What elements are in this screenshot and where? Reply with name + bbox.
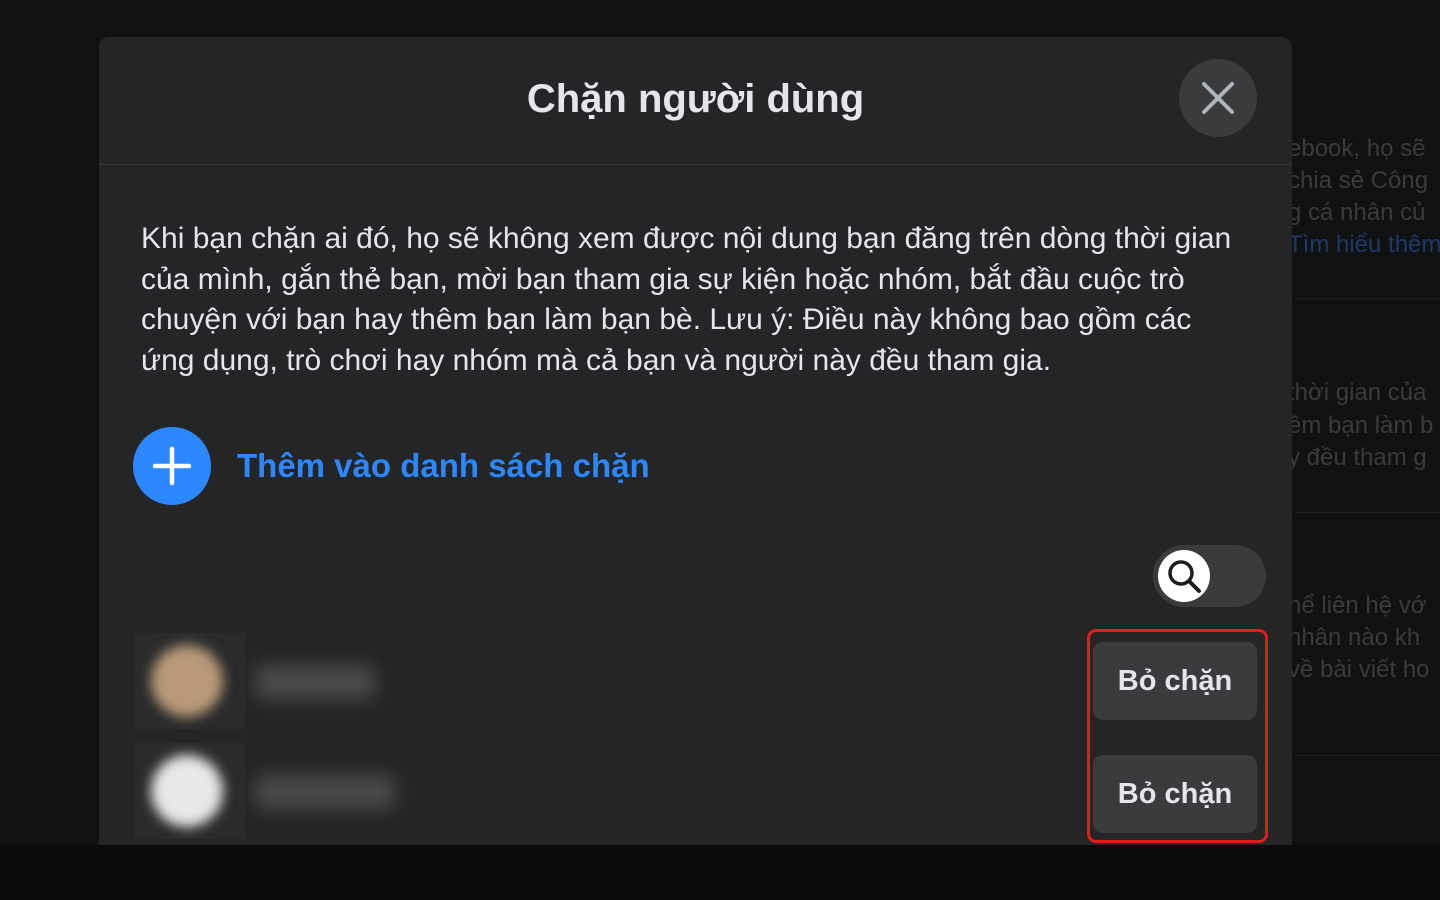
background-link: Tìm hiểu thêm — [1288, 231, 1440, 258]
avatar — [135, 743, 245, 839]
plus-icon — [152, 446, 192, 486]
background-bottom-bar — [0, 845, 1440, 900]
unblock-button[interactable]: Bỏ chặn — [1093, 755, 1257, 833]
background-divider — [1295, 755, 1440, 756]
close-icon — [1202, 82, 1234, 114]
close-button[interactable] — [1179, 59, 1257, 137]
background-text: hể liên hệ vớ — [1288, 592, 1427, 619]
search-icon — [1168, 560, 1201, 593]
background-text: về bài viết ho — [1288, 656, 1430, 683]
blocked-user-row: Bỏ chặn — [135, 743, 1257, 839]
background-text: g cá nhân củ — [1288, 199, 1426, 226]
dialog-title: Chặn người dùng — [526, 77, 865, 121]
add-circle — [133, 427, 211, 505]
dialog-header: Chặn người dùng — [99, 37, 1292, 165]
page: ebook, họ sẽ chia sẻ Công g cá nhân củ T… — [0, 0, 1440, 900]
search-knob — [1158, 550, 1210, 602]
avatar-image — [151, 645, 223, 717]
background-text: ebook, họ sẽ — [1288, 135, 1426, 162]
background-text: êm bạn làm b — [1288, 412, 1434, 439]
unblock-button[interactable]: Bỏ chặn — [1093, 642, 1257, 720]
search-toggle[interactable] — [1153, 545, 1266, 607]
avatar-image — [151, 755, 223, 827]
background-text: chia sẻ Công — [1288, 167, 1429, 194]
background-divider — [1295, 298, 1440, 299]
background-divider — [1295, 512, 1440, 513]
blocked-user-row: Bỏ chặn — [135, 633, 1257, 729]
background-text: thời gian của — [1288, 379, 1427, 406]
background-text: y đều tham g — [1288, 444, 1427, 471]
block-users-dialog: Chặn người dùng Khi bạn chặn ai đó, họ s… — [99, 37, 1292, 845]
avatar — [135, 633, 245, 729]
add-to-block-list-label: Thêm vào danh sách chặn — [237, 447, 650, 484]
add-to-block-list-button[interactable]: Thêm vào danh sách chặn — [133, 427, 650, 505]
blocked-user-name-redacted — [255, 665, 375, 699]
background-text: nhân nào kh — [1288, 624, 1421, 651]
block-description: Khi bạn chặn ai đó, họ sẽ không xem được… — [141, 222, 1232, 377]
blocked-user-name-redacted — [255, 775, 395, 809]
